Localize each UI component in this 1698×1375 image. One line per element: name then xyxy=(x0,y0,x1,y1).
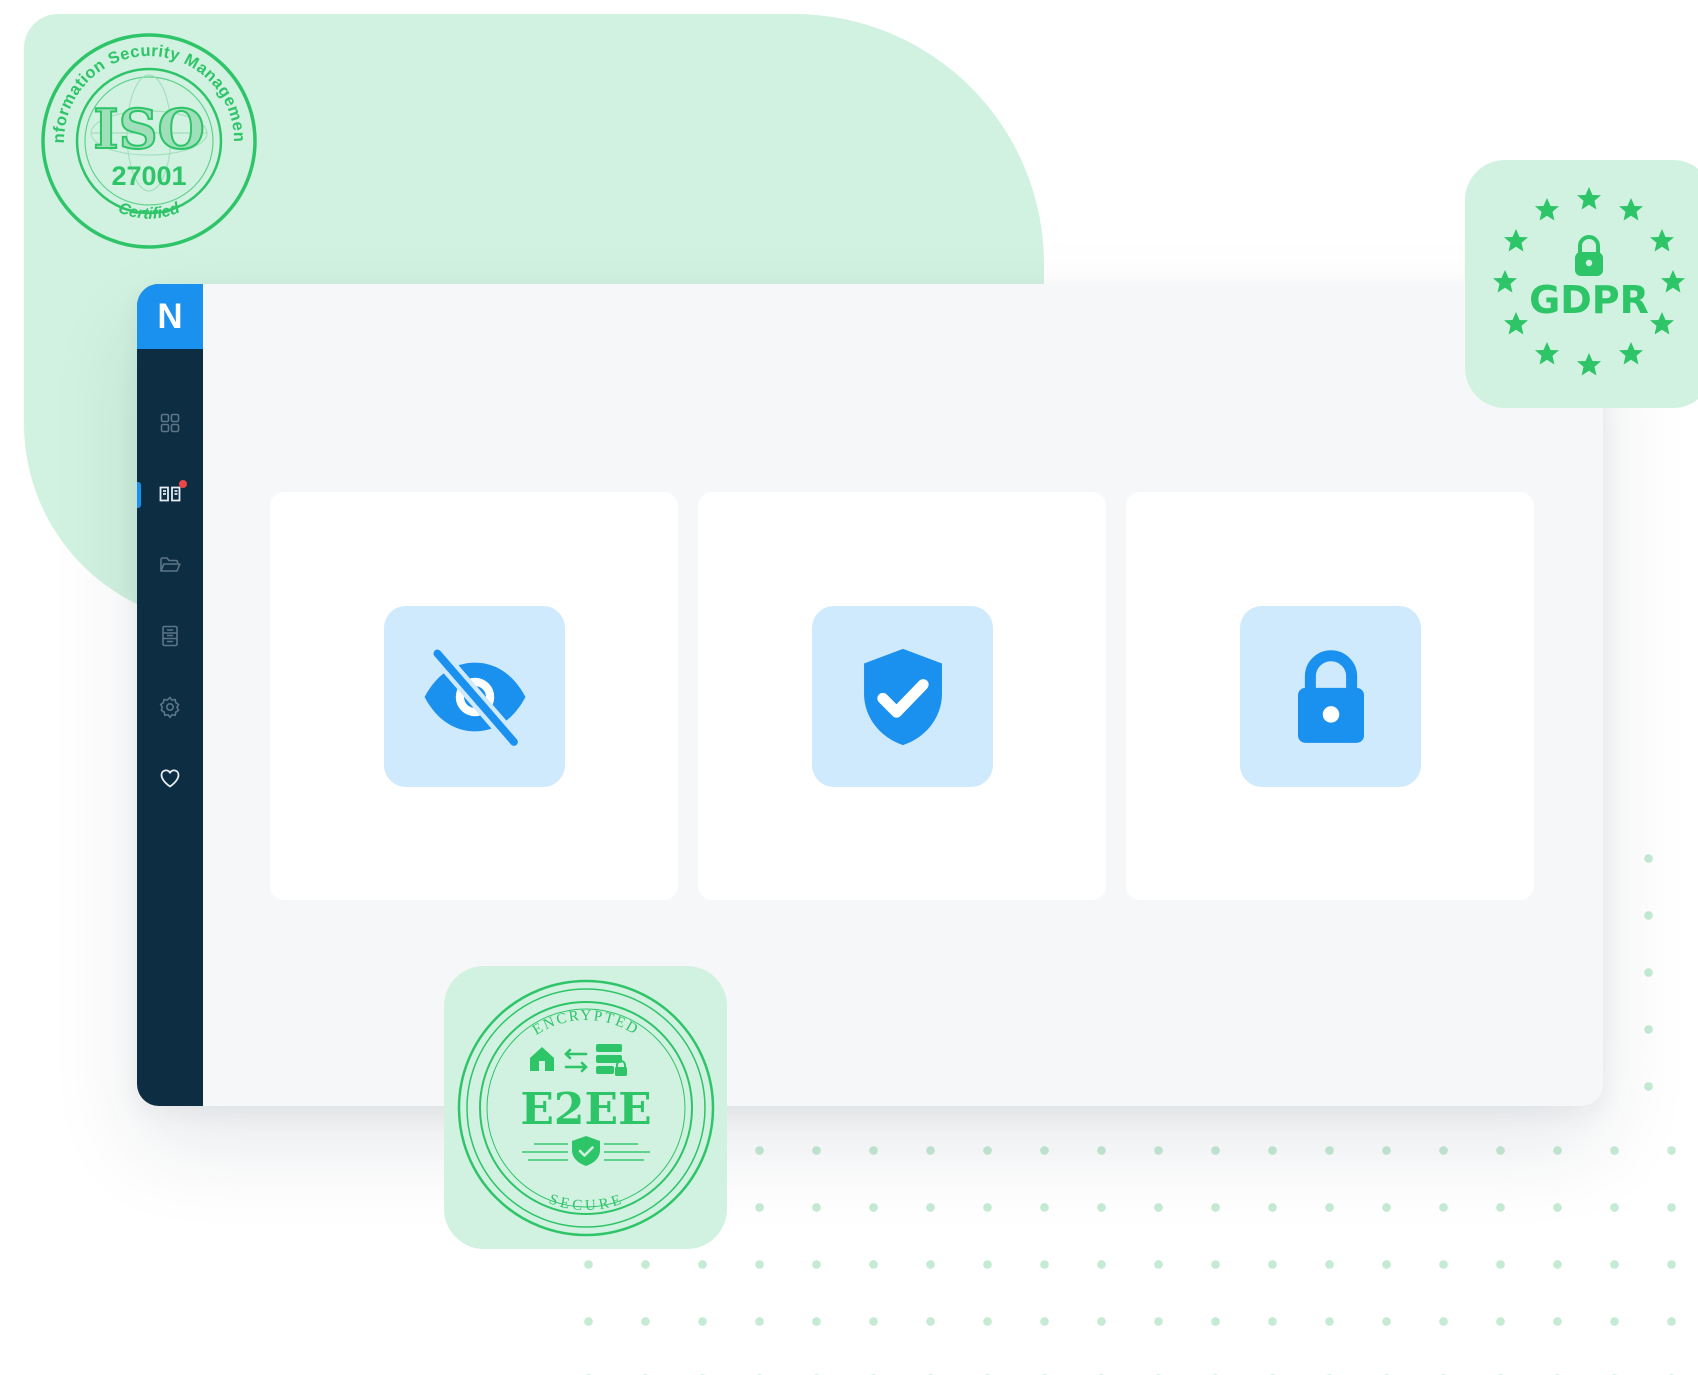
app-logo[interactable]: N xyxy=(137,284,203,349)
decorative-dot-column xyxy=(1620,830,1698,1122)
settings-icon xyxy=(159,695,180,719)
lock-icon xyxy=(1297,649,1364,743)
sidebar-item-library[interactable] xyxy=(137,458,203,529)
sidebar-item-files[interactable] xyxy=(137,529,203,600)
iso-27001-badge: Information Security Management ISO 2700… xyxy=(38,30,260,252)
decorative-dot-grid xyxy=(560,1122,1698,1375)
shield-check-emblem xyxy=(521,1135,650,1166)
feature-icon-tile xyxy=(384,606,565,787)
transfer-arrows-icon xyxy=(563,1048,588,1072)
grid-icon xyxy=(160,413,180,432)
feature-card-protection[interactable] xyxy=(698,492,1106,900)
heart-icon xyxy=(160,768,180,787)
sidebar-item-documents[interactable] xyxy=(137,600,203,671)
sidebar-nav xyxy=(137,387,203,813)
document-icon xyxy=(162,625,178,646)
sidebar-item-settings[interactable] xyxy=(137,671,203,742)
folder-icon xyxy=(160,556,181,572)
iso-bottom-text: Certified xyxy=(116,199,183,222)
e2ee-top-text: ENCRYPTED xyxy=(530,1007,642,1038)
house-icon xyxy=(529,1046,554,1071)
sidebar-item-favorites[interactable] xyxy=(137,742,203,813)
feature-icon-tile xyxy=(812,606,993,787)
eye-off-icon xyxy=(424,644,525,750)
iso-main-text: ISO xyxy=(93,97,204,161)
iso-number-text: 27001 xyxy=(111,161,186,191)
e2ee-main-text: E2EE xyxy=(520,1084,651,1135)
server-lock-icon xyxy=(595,1043,627,1076)
padlock-icon xyxy=(1575,235,1603,276)
feature-icon-tile xyxy=(1240,606,1421,787)
feature-card-privacy[interactable] xyxy=(270,492,678,900)
notification-dot xyxy=(179,480,187,488)
sidebar: N xyxy=(137,284,203,1106)
shield-check-icon xyxy=(863,648,942,745)
feature-card-encryption[interactable] xyxy=(1126,492,1534,900)
app-window: N xyxy=(137,284,1603,1106)
sidebar-item-dashboard[interactable] xyxy=(137,387,203,458)
e2ee-badge: ENCRYPTED E2EE SECURE xyxy=(444,966,727,1249)
gdpr-badge: GDPR xyxy=(1465,160,1698,408)
gdpr-label: GDPR xyxy=(1529,278,1649,322)
